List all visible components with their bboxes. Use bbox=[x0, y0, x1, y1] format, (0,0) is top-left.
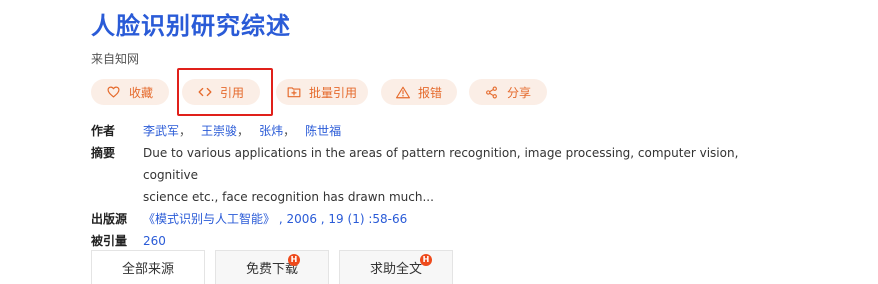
cited-row: 被引量 260 bbox=[91, 230, 783, 252]
abstract-line: science etc., face recognition has drawn… bbox=[143, 190, 434, 204]
author-link[interactable]: 李武军 bbox=[143, 124, 179, 138]
source-note: 来自知网 bbox=[91, 52, 140, 66]
author-separator: ， bbox=[283, 124, 296, 138]
author-separator: ， bbox=[179, 124, 192, 138]
source-row: 出版源 《模式识别与人工智能》 , 2006 , 19 (1) :58-66 bbox=[91, 208, 783, 230]
page-title: 人脸识别研究综述 bbox=[91, 12, 291, 40]
author-link[interactable]: 陈世福 bbox=[305, 124, 341, 138]
cite-button[interactable]: 引用 bbox=[182, 79, 260, 105]
cite-label: 引用 bbox=[219, 85, 244, 100]
favorite-button[interactable]: 收藏 bbox=[91, 79, 169, 105]
abstract-line: Due to various applications in the areas… bbox=[143, 146, 739, 182]
tab-all-sources-label: 全部来源 bbox=[121, 262, 174, 277]
source-label: 出版源 bbox=[91, 212, 128, 226]
metadata-section: 作者 李武军， 王崇骏， 张炜， 陈世福 摘要 Due to various appl… bbox=[91, 120, 783, 252]
author-link[interactable]: 王崇骏 bbox=[201, 124, 237, 138]
tab-free-download[interactable]: 免费下载 H bbox=[215, 250, 329, 284]
abstract-label: 摘要 bbox=[91, 146, 116, 160]
warning-triangle-icon bbox=[395, 85, 410, 99]
author-link[interactable]: 张炜 bbox=[259, 124, 283, 138]
share-button[interactable]: 分享 bbox=[469, 79, 547, 105]
share-label: 分享 bbox=[506, 85, 531, 100]
batch-cite-label: 批量引用 bbox=[308, 85, 357, 100]
folder-plus-icon bbox=[287, 85, 301, 99]
hot-badge: H bbox=[420, 254, 432, 266]
report-error-label: 报错 bbox=[417, 85, 442, 100]
tab-request-full-text-label: 求助全文 bbox=[369, 262, 422, 277]
authors-label: 作者 bbox=[91, 124, 116, 138]
batch-cite-button[interactable]: 批量引用 bbox=[276, 79, 368, 105]
share-nodes-icon bbox=[485, 85, 499, 99]
cited-count-link[interactable]: 260 bbox=[143, 234, 166, 248]
journal-source-link[interactable]: 《模式识别与人工智能》 , 2006 , 19 (1) :58-66 bbox=[143, 212, 407, 226]
abstract-row: 摘要 Due to various applications in the ar… bbox=[91, 142, 783, 208]
authors-row: 作者 李武军， 王崇骏， 张炜， 陈世福 bbox=[91, 120, 783, 142]
heart-icon bbox=[107, 85, 121, 99]
favorite-label: 收藏 bbox=[128, 85, 153, 100]
author-separator: ， bbox=[237, 124, 250, 138]
abstract-text: Due to various applications in the areas… bbox=[143, 142, 783, 208]
code-brackets-icon bbox=[198, 85, 212, 99]
tab-all-sources[interactable]: 全部来源 bbox=[91, 250, 205, 284]
hot-badge: H bbox=[288, 254, 300, 266]
report-error-button[interactable]: 报错 bbox=[381, 79, 457, 105]
tab-request-full-text[interactable]: 求助全文 H bbox=[339, 250, 453, 284]
cited-label: 被引量 bbox=[91, 234, 128, 248]
authors-list: 李武军， 王崇骏， 张炜， 陈世福 bbox=[143, 120, 783, 142]
